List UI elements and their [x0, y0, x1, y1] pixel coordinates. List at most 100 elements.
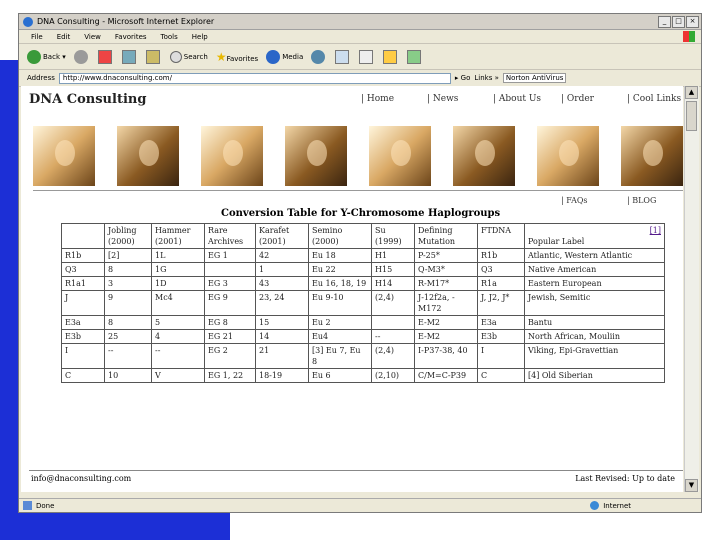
table-cell: R1a	[477, 276, 525, 291]
maximize-button[interactable]: □	[672, 15, 685, 28]
security-zone: Internet	[590, 501, 631, 510]
table-cell: 8	[104, 262, 152, 277]
table-cell: R1b	[61, 248, 105, 263]
nav-news[interactable]: | News	[427, 94, 458, 104]
table-cell: Eu 16, 18, 19	[308, 276, 372, 291]
go-button[interactable]: ▸ Go	[455, 74, 470, 82]
table-row: Q3 8 1G 1 Eu 22 H15 Q-M3* Q3 Native American	[61, 262, 665, 277]
vertical-scrollbar[interactable]: ▲ ▼	[684, 86, 699, 492]
menu-help[interactable]: Help	[192, 33, 208, 41]
table-cell: I	[61, 343, 105, 369]
status-text: Done	[36, 501, 55, 510]
back-arrow-icon	[27, 49, 41, 64]
nav-about-us[interactable]: | About Us	[493, 94, 541, 104]
portrait-photo	[201, 126, 263, 186]
table-cell: E3a	[477, 315, 525, 330]
refresh-button[interactable]	[121, 49, 136, 64]
zone-label: Internet	[603, 501, 631, 510]
table-cell: --	[104, 343, 152, 369]
table-cell: EG 2	[204, 343, 256, 369]
divider	[33, 190, 683, 191]
media-button[interactable]: Media	[266, 49, 303, 64]
back-button[interactable]: Back ▾	[27, 49, 66, 64]
address-label: Address	[27, 74, 55, 82]
table-cell	[204, 262, 256, 277]
portrait-photo	[369, 126, 431, 186]
address-input[interactable]	[58, 72, 451, 84]
edit-button[interactable]	[383, 49, 398, 64]
table-cell: Q3	[477, 262, 525, 277]
table-cell: Q3	[61, 262, 105, 277]
menu-favorites[interactable]: Favorites	[115, 33, 147, 41]
table-cell: V	[151, 368, 205, 383]
table-cell: 42	[255, 248, 309, 263]
table-cell: --	[151, 343, 205, 369]
table-cell: North African, Mouliin	[524, 329, 665, 344]
header-cell: Karafet (2001)	[255, 223, 309, 249]
contact-email-link[interactable]: info@dnaconsulting.com	[31, 474, 131, 483]
page-content: DNA Consulting | Home | News | About Us …	[21, 86, 683, 492]
table-cell: 1G	[151, 262, 205, 277]
table-cell: J-12f2a, -M172	[414, 290, 478, 316]
scroll-up-button[interactable]: ▲	[685, 86, 698, 99]
nav-faqs[interactable]: | FAQs	[561, 196, 588, 205]
header-cell: Su (1999)	[371, 223, 415, 249]
site-logo[interactable]: DNA Consulting	[29, 92, 146, 107]
header-cell: Hammer (2001)	[151, 223, 205, 249]
menu-tools[interactable]: Tools	[161, 33, 178, 41]
table-cell: E3b	[61, 329, 105, 344]
menu-view[interactable]: View	[84, 33, 101, 41]
table-cell: 1	[255, 262, 309, 277]
nav-order[interactable]: | Order	[561, 94, 594, 104]
norton-antivirus-button[interactable]: Norton AntiVirus	[502, 73, 567, 83]
search-button[interactable]: Search	[169, 50, 208, 63]
table-row: R1b [2] 1L EG 1 42 Eu 18 H1 P-25* R1b Atlantic, W…	[61, 248, 665, 263]
stop-button[interactable]	[97, 49, 112, 64]
table-cell: J, J2, J*	[477, 290, 525, 316]
nav-cool-links[interactable]: | Cool Links	[627, 94, 681, 104]
close-button[interactable]: ×	[686, 15, 699, 28]
header-cell: Jobling (2000)	[104, 223, 152, 249]
scroll-down-button[interactable]: ▼	[685, 479, 698, 492]
table-cell: 4	[151, 329, 205, 344]
menu-file[interactable]: File	[31, 33, 43, 41]
favorites-button[interactable]: ★Favorites	[216, 50, 258, 64]
table-cell: 5	[151, 315, 205, 330]
window-title: DNA Consulting - Microsoft Internet Expl…	[37, 17, 215, 26]
table-cell: 3	[104, 276, 152, 291]
forward-button[interactable]	[73, 49, 88, 64]
header-cell	[61, 223, 105, 249]
table-cell: 21	[255, 343, 309, 369]
table-cell: 8	[104, 315, 152, 330]
table-header-row: Jobling (2000) Hammer (2001) Rare Archiv…	[61, 223, 665, 249]
nav-home[interactable]: | Home	[361, 94, 394, 104]
print-button[interactable]	[359, 49, 374, 64]
table-cell: (2,10)	[371, 368, 415, 383]
table-cell: 1L	[151, 248, 205, 263]
footnote-link[interactable]: [1]	[650, 225, 661, 236]
links-button[interactable]: Links »	[474, 74, 499, 82]
table-cell: E-M2	[414, 315, 478, 330]
table-cell: E3a	[61, 315, 105, 330]
menu-edit[interactable]: Edit	[57, 33, 71, 41]
portrait-photo	[117, 126, 179, 186]
scroll-thumb[interactable]	[686, 101, 697, 131]
nav-blog[interactable]: | BLOG	[627, 196, 656, 205]
table-cell: EG 8	[204, 315, 256, 330]
home-button[interactable]	[145, 49, 160, 64]
mail-button[interactable]	[335, 49, 350, 64]
divider	[29, 470, 683, 471]
table-row: J 9 Mc4 EG 9 23, 24 Eu 9-10 (2,4) J-12f2a, -M17…	[61, 290, 665, 316]
portrait-photo	[537, 126, 599, 186]
table-cell: Viking, Epi-Gravettian	[524, 343, 665, 369]
messenger-button[interactable]	[407, 49, 422, 64]
table-cell: I	[477, 343, 525, 369]
table-cell: H1	[371, 248, 415, 263]
table-cell: 23, 24	[255, 290, 309, 316]
portrait-photo	[453, 126, 515, 186]
table-cell: R-M17*	[414, 276, 478, 291]
table-cell: Eu 22	[308, 262, 372, 277]
minimize-button[interactable]: _	[658, 15, 671, 28]
table-cell: Bantu	[524, 315, 665, 330]
history-button[interactable]	[311, 49, 326, 64]
